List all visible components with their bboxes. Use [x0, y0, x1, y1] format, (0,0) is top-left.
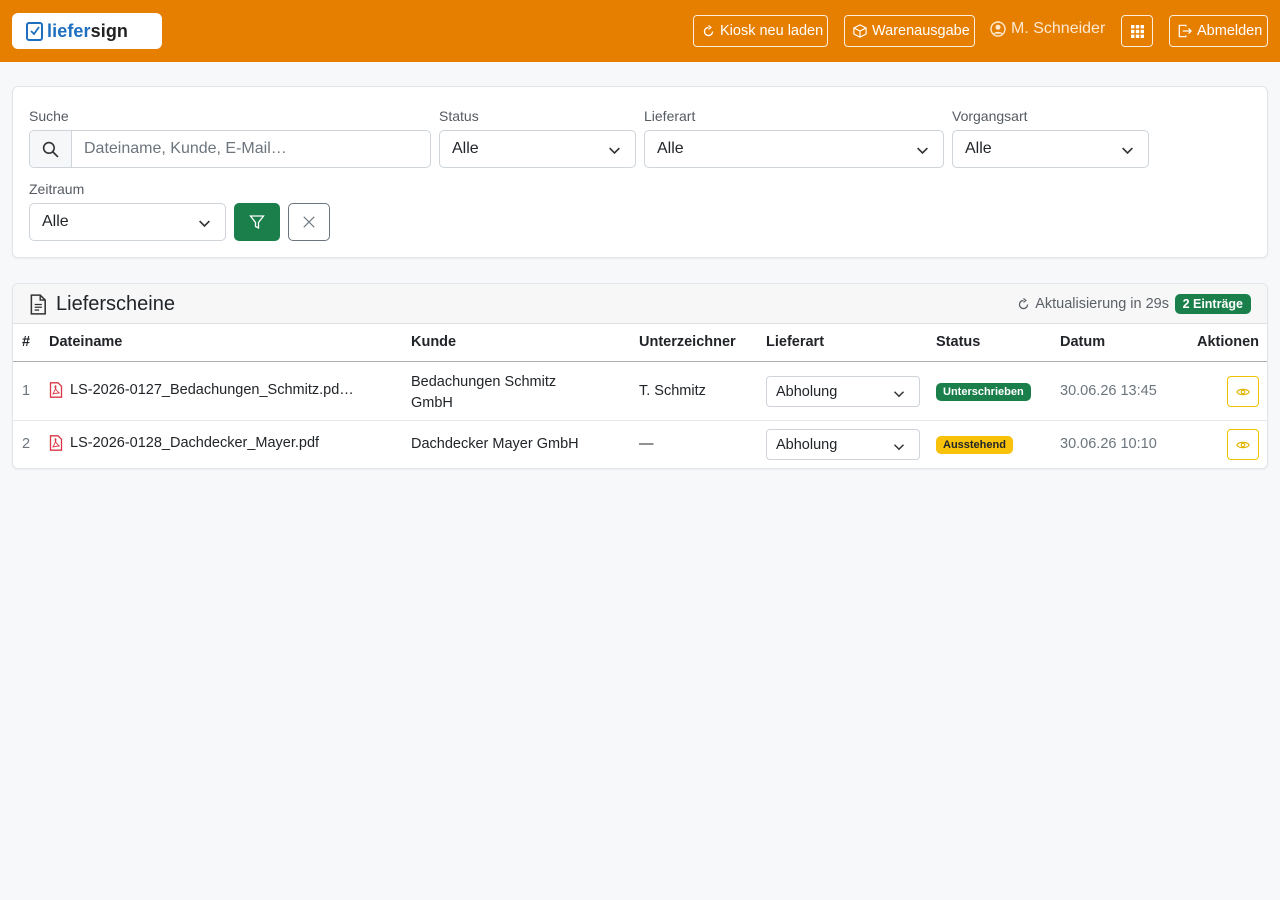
lieferart-select-value: Alle [657, 140, 684, 157]
filter-panel: Suche Status Alle Lieferart Alle Vorgang… [12, 86, 1268, 258]
grid-icon [1130, 24, 1144, 38]
user-name: M. Schneider [1011, 20, 1106, 37]
brand-name-part1: liefer [47, 20, 91, 41]
refresh-icon [1018, 297, 1029, 309]
lieferart-label: Lieferart [644, 108, 696, 124]
lieferart-row-select[interactable]: Abholung [766, 429, 920, 460]
lieferscheine-panel: Lieferscheine Aktualisierung in 29s 2 Ei… [12, 283, 1268, 469]
vorgangsart-select-value: Alle [965, 140, 992, 157]
eye-icon [1236, 388, 1250, 395]
auto-refresh-indicator: Aktualisierung in 29s [1017, 296, 1169, 312]
column-header-unterzeichner[interactable]: Unterzeichner [639, 334, 736, 350]
filter-icon [249, 215, 265, 230]
top-navbar: liefersign Kiosk neu laden Warenausgabe … [0, 0, 1280, 62]
pdf-file-icon [49, 435, 63, 451]
close-icon [303, 216, 315, 228]
warenausgabe-label: Warenausgabe [872, 23, 970, 39]
status-select-value: Alle [452, 140, 479, 157]
zeitraum-label: Zeitraum [29, 181, 85, 197]
file-name: LS-2026-0128_Dachdecker_Mayer.pdf [70, 435, 320, 451]
refresh-text: Aktualisierung in 29s [1035, 296, 1169, 312]
file-name: LS-2026-0127_Bedachungen_Schmitz.pd… [70, 382, 354, 398]
row-number: 2 [22, 436, 31, 452]
status-badge: Ausstehend [936, 436, 1013, 454]
file-name-cell[interactable]: LS-2026-0127_Bedachungen_Schmitz.pd… [49, 382, 354, 398]
row-number: 1 [22, 383, 31, 399]
table-row[interactable]: 2 LS-2026-0128_Dachdecker_Mayer.pdf Dach… [13, 421, 1267, 468]
lieferart-row-select[interactable]: Abholung [766, 376, 920, 407]
document-icon [30, 294, 46, 315]
refresh-icon [703, 24, 714, 36]
zeitraum-select[interactable]: Alle [29, 203, 226, 241]
column-header-datum[interactable]: Datum [1060, 334, 1105, 350]
signer-cell: — [639, 436, 654, 452]
customer-cell: Bedachungen Schmitz GmbH [411, 372, 556, 414]
search-label: Suche [29, 108, 69, 124]
chevron-down-icon [199, 220, 210, 228]
brand-logo[interactable]: liefersign [12, 13, 162, 49]
column-header-aktionen: Aktionen [1196, 334, 1259, 350]
user-circle-icon [990, 21, 1006, 37]
column-header-number: # [22, 334, 31, 350]
column-header-status[interactable]: Status [936, 334, 980, 350]
search-icon [30, 131, 72, 167]
apps-grid-button[interactable] [1121, 15, 1153, 47]
panel-header: Lieferscheine Aktualisierung in 29s 2 Ei… [13, 284, 1267, 324]
date-cell: 30.06.26 10:10 [1060, 436, 1157, 452]
entries-count-badge: 2 Einträge [1174, 294, 1251, 314]
reset-filter-button[interactable] [288, 203, 330, 241]
warenausgabe-button[interactable]: Warenausgabe [844, 15, 975, 47]
file-name-cell[interactable]: LS-2026-0128_Dachdecker_Mayer.pdf [49, 435, 319, 451]
lieferart-select[interactable]: Alle [644, 130, 944, 168]
table-row[interactable]: 1 LS-2026-0127_Bedachungen_Schmitz.pd… B… [13, 362, 1267, 421]
vorgangsart-label: Vorgangsart [952, 108, 1028, 124]
column-header-lieferart[interactable]: Lieferart [766, 334, 824, 350]
eye-icon [1236, 441, 1250, 448]
chevron-down-icon [893, 391, 905, 398]
status-badge: Unterschrieben [936, 383, 1031, 401]
logout-label: Abmelden [1197, 23, 1263, 39]
table-header-row: # Dateiname Kunde Unterzeichner Lieferar… [13, 324, 1267, 362]
column-header-dateiname[interactable]: Dateiname [49, 334, 122, 350]
lieferart-row-value: Abholung [776, 436, 838, 453]
box-icon [853, 24, 867, 38]
view-button[interactable] [1227, 429, 1259, 460]
logout-icon [1178, 24, 1192, 38]
search-group [29, 130, 431, 168]
pdf-file-icon [49, 382, 63, 398]
lieferart-row-value: Abholung [776, 383, 838, 400]
signer-cell: T. Schmitz [639, 383, 706, 399]
date-cell: 30.06.26 13:45 [1060, 383, 1157, 399]
customer-cell: Dachdecker Mayer GmbH [411, 436, 579, 452]
customer-name-line2: GmbH [411, 395, 453, 411]
view-button[interactable] [1227, 376, 1259, 407]
chevron-down-icon [893, 444, 905, 451]
logout-button[interactable]: Abmelden [1169, 15, 1268, 47]
vorgangsart-select[interactable]: Alle [952, 130, 1149, 168]
zeitraum-select-value: Alle [42, 213, 69, 230]
chevron-down-icon [1122, 147, 1133, 155]
status-select[interactable]: Alle [439, 130, 636, 168]
panel-title: Lieferscheine [56, 293, 175, 315]
customer-name-line1: Bedachungen Schmitz [411, 374, 557, 390]
apply-filter-button[interactable] [234, 203, 280, 241]
kiosk-reload-label: Kiosk neu laden [720, 23, 824, 39]
checkbox-icon [26, 21, 43, 41]
column-header-kunde[interactable]: Kunde [411, 334, 456, 350]
search-input[interactable] [72, 131, 430, 167]
chevron-down-icon [609, 147, 620, 155]
brand-name-part2: sign [90, 20, 129, 41]
user-menu[interactable]: M. Schneider [990, 20, 1105, 38]
status-label: Status [439, 108, 479, 124]
kiosk-reload-button[interactable]: Kiosk neu laden [693, 15, 828, 47]
chevron-down-icon [917, 147, 928, 155]
